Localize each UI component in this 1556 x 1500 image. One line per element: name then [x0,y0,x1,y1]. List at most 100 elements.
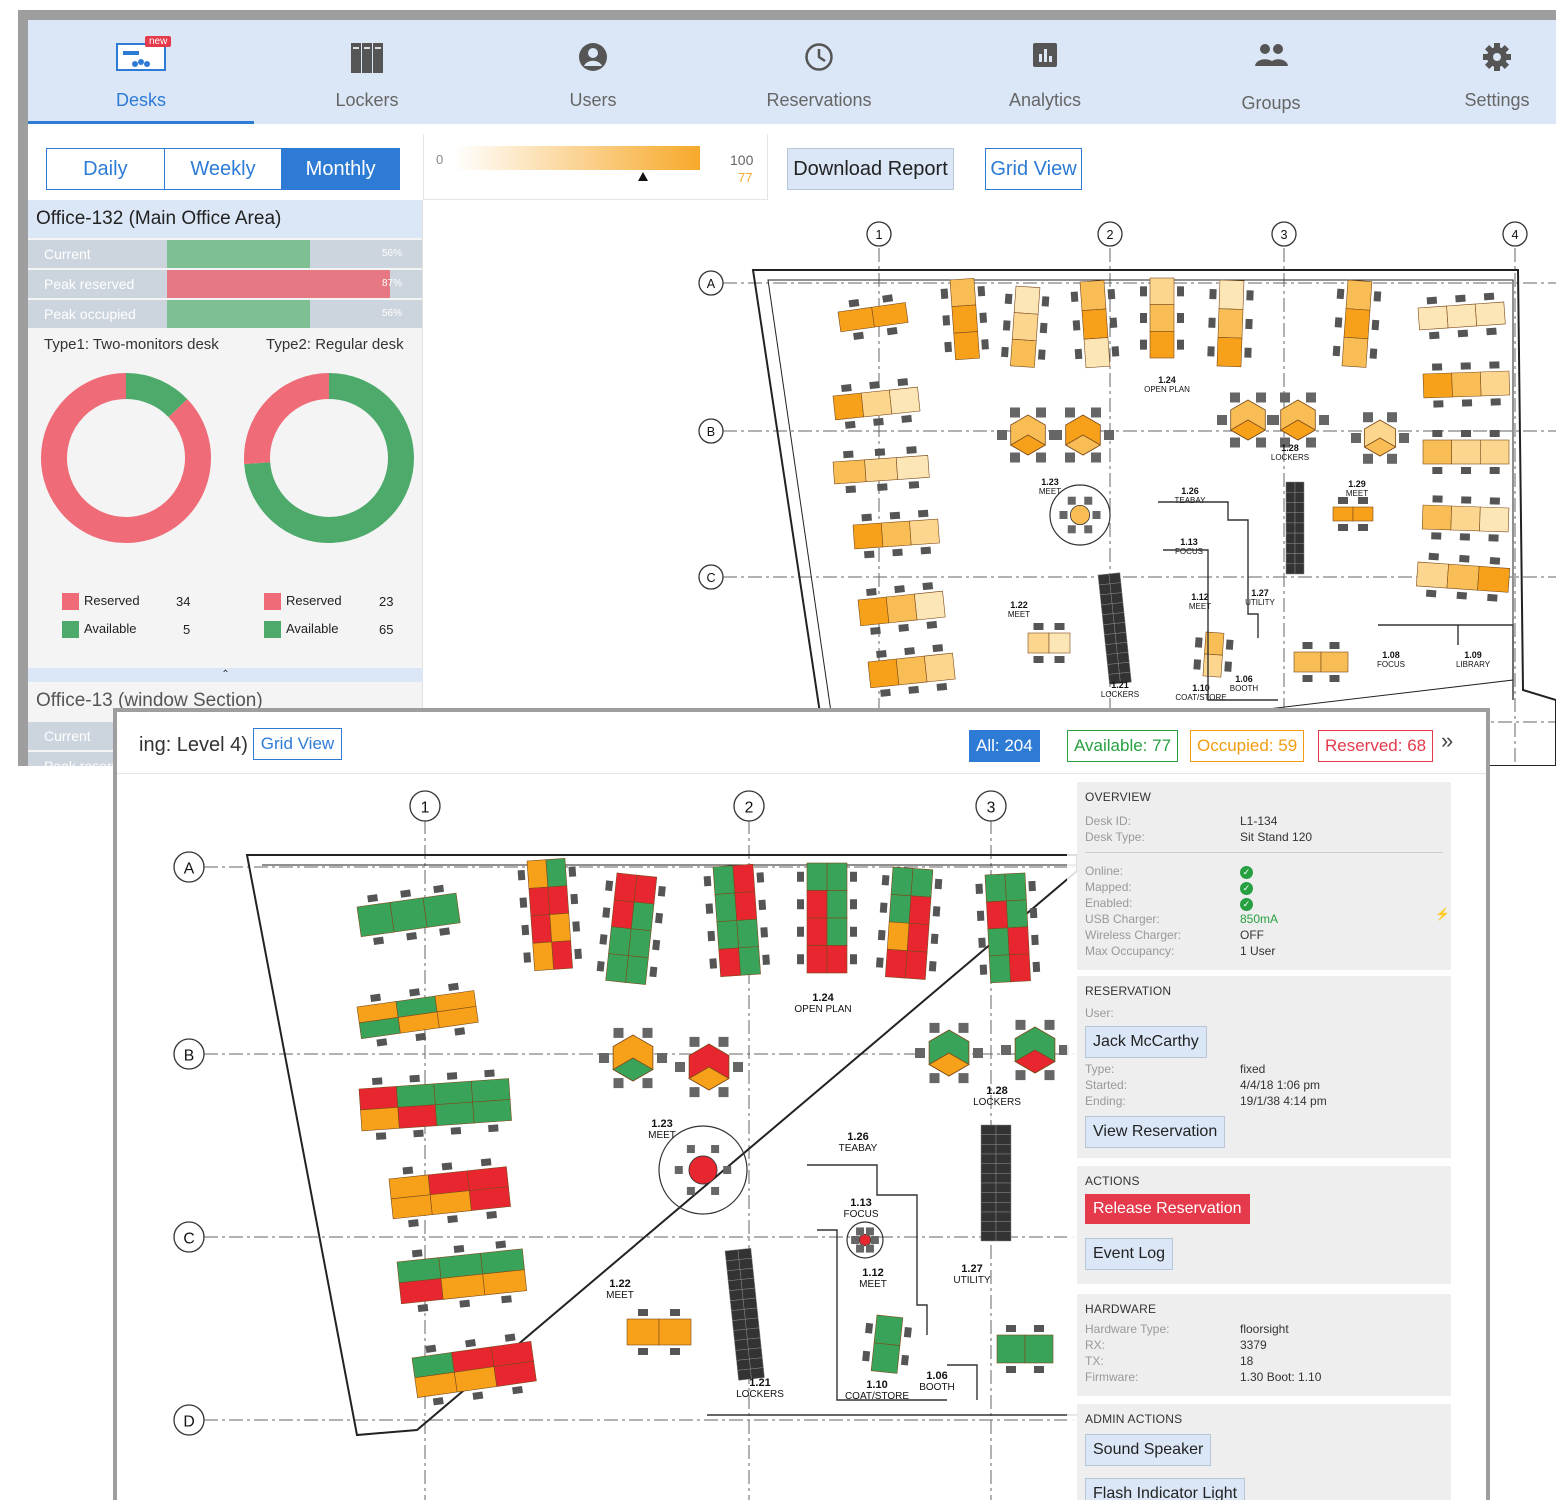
desk-cluster[interactable] [1332,497,1374,531]
desk-pod[interactable] [1052,407,1114,463]
desk[interactable] [390,1194,433,1220]
desk[interactable] [605,953,629,983]
desk[interactable] [910,868,934,898]
desk[interactable] [1451,439,1481,465]
desk[interactable] [1480,439,1510,465]
desk-cluster[interactable] [1422,361,1511,408]
desk[interactable] [360,1107,400,1132]
desk[interactable] [1422,439,1452,465]
desk[interactable] [914,590,946,621]
desk[interactable] [549,912,571,943]
meeting-table[interactable] [1070,504,1091,525]
desk[interactable] [1293,651,1322,673]
desk[interactable] [953,331,980,361]
desk[interactable] [826,917,848,946]
desk[interactable] [1149,304,1175,332]
desk-cluster[interactable] [861,1314,913,1375]
desk[interactable] [1320,651,1349,673]
meeting-table[interactable] [858,1233,872,1247]
desk[interactable] [996,1334,1026,1364]
desk[interactable] [826,945,848,974]
desk[interactable] [1048,632,1071,654]
desk-cluster[interactable] [396,1239,528,1314]
desk[interactable] [732,863,756,894]
desk[interactable] [1004,872,1027,902]
desk-cluster[interactable] [867,643,956,698]
desk[interactable] [1149,331,1175,359]
desk-pod[interactable] [915,1022,983,1084]
desk[interactable] [1477,565,1511,593]
sound-speaker-button[interactable]: Sound Speaker [1085,1434,1212,1466]
desk-cluster[interactable] [832,377,921,430]
desk[interactable] [1081,308,1109,340]
desk[interactable] [1332,506,1354,522]
nav-settings[interactable]: Settings [1384,20,1556,124]
desk-pod[interactable] [1001,1019,1069,1081]
desk[interactable] [1474,301,1506,327]
desk-cluster[interactable] [837,293,910,342]
desk[interactable] [628,928,652,959]
desk[interactable] [806,945,828,974]
desk[interactable] [1345,279,1373,311]
desk[interactable] [924,652,956,683]
desk[interactable] [857,596,890,627]
desk[interactable] [1450,505,1481,532]
desk-cluster[interactable] [356,883,462,946]
desk[interactable] [714,892,738,923]
desk[interactable] [949,278,977,307]
desk[interactable] [396,1083,436,1108]
desk[interactable] [1011,312,1039,342]
nav-users[interactable]: Users [480,20,706,124]
desk[interactable] [951,304,978,334]
desk[interactable] [873,1314,904,1346]
flash-indicator-button[interactable]: Flash Indicator Light [1085,1478,1246,1500]
desk-cluster[interactable] [703,863,771,978]
desk-cluster[interactable] [1070,280,1120,369]
desk[interactable] [551,940,573,970]
desk[interactable] [389,897,428,933]
desk[interactable] [1343,308,1371,340]
period-monthly[interactable]: Monthly [282,149,400,189]
desk[interactable] [1479,370,1511,397]
meeting-table[interactable] [688,1155,718,1185]
desk[interactable] [880,520,912,548]
desk[interactable] [888,894,912,924]
desk[interactable] [1417,305,1449,331]
desk[interactable] [889,386,921,415]
desk[interactable] [626,1318,660,1346]
desk[interactable] [398,1278,444,1305]
desk-pod[interactable] [997,407,1059,463]
desk[interactable] [806,862,828,891]
desk-cluster[interactable] [1416,552,1511,602]
heatmap-floor-plan[interactable]: 1234ABCD1.24OPEN PLAN1.23MEET1.26TEABAY1… [428,200,1556,766]
desk-cluster[interactable] [875,866,943,980]
desk-pod[interactable] [1351,412,1409,464]
desk[interactable] [1027,632,1050,654]
desk[interactable] [1007,926,1030,956]
desk[interactable] [987,927,1010,957]
desk[interactable] [984,873,1007,903]
desk[interactable] [470,1078,511,1103]
desk[interactable] [397,1104,438,1129]
desk[interactable] [356,902,395,938]
desk[interactable] [547,885,570,915]
desk[interactable] [986,900,1009,930]
desk-cluster[interactable] [1193,631,1234,678]
desk[interactable] [526,859,549,889]
desk[interactable] [864,457,899,483]
nav-reservations[interactable]: Reservations [706,20,932,124]
desk[interactable] [1479,506,1510,533]
desk[interactable] [895,455,930,480]
collapse-office-button[interactable]: ⌃ [28,668,423,682]
desk[interactable] [718,947,741,978]
desk[interactable] [909,518,940,546]
desk[interactable] [358,1086,399,1111]
desk-cluster[interactable] [1207,279,1254,368]
desk[interactable] [1352,506,1374,522]
desk[interactable] [1083,337,1111,369]
desk-cluster[interactable] [411,1331,538,1407]
desk[interactable] [904,950,928,980]
desk-cluster[interactable] [1422,430,1510,474]
desk-cluster[interactable] [1417,292,1506,340]
desk[interactable] [613,872,638,903]
